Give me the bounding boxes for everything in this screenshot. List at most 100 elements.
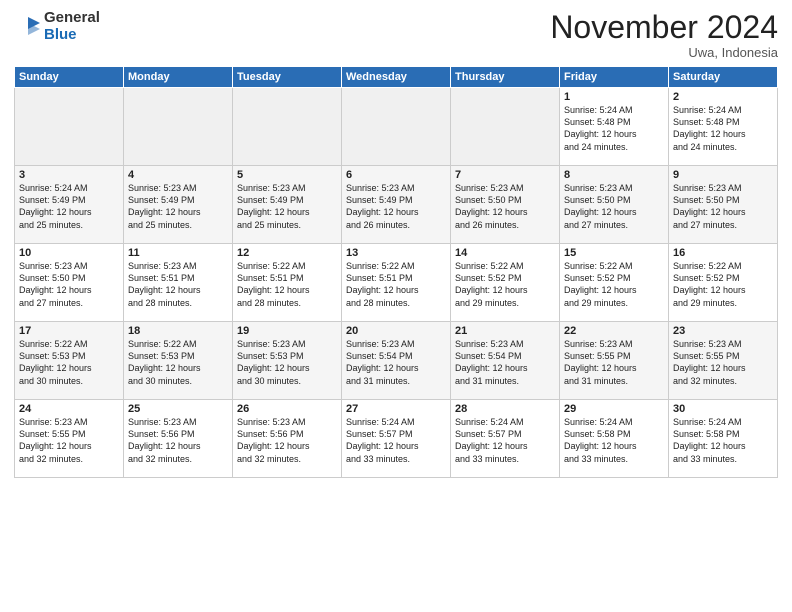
- calendar-header-wednesday: Wednesday: [342, 67, 451, 88]
- day-info: Sunrise: 5:23 AM Sunset: 5:55 PM Dayligh…: [673, 338, 773, 387]
- day-info: Sunrise: 5:24 AM Sunset: 5:57 PM Dayligh…: [346, 416, 446, 465]
- day-info: Sunrise: 5:23 AM Sunset: 5:49 PM Dayligh…: [237, 182, 337, 231]
- day-number: 14: [455, 247, 555, 259]
- day-number: 15: [564, 247, 664, 259]
- calendar-cell: 29Sunrise: 5:24 AM Sunset: 5:58 PM Dayli…: [560, 400, 669, 478]
- calendar-cell: 16Sunrise: 5:22 AM Sunset: 5:52 PM Dayli…: [669, 244, 778, 322]
- day-number: 22: [564, 325, 664, 337]
- day-info: Sunrise: 5:22 AM Sunset: 5:51 PM Dayligh…: [346, 260, 446, 309]
- calendar-header-friday: Friday: [560, 67, 669, 88]
- day-number: 18: [128, 325, 228, 337]
- day-info: Sunrise: 5:23 AM Sunset: 5:50 PM Dayligh…: [564, 182, 664, 231]
- day-number: 23: [673, 325, 773, 337]
- calendar-cell: 14Sunrise: 5:22 AM Sunset: 5:52 PM Dayli…: [451, 244, 560, 322]
- calendar-header-tuesday: Tuesday: [233, 67, 342, 88]
- calendar-cell: [124, 88, 233, 166]
- calendar-cell: 9Sunrise: 5:23 AM Sunset: 5:50 PM Daylig…: [669, 166, 778, 244]
- calendar-cell: 8Sunrise: 5:23 AM Sunset: 5:50 PM Daylig…: [560, 166, 669, 244]
- day-info: Sunrise: 5:24 AM Sunset: 5:48 PM Dayligh…: [564, 104, 664, 153]
- month-title: November 2024: [550, 10, 778, 45]
- calendar-cell: 18Sunrise: 5:22 AM Sunset: 5:53 PM Dayli…: [124, 322, 233, 400]
- day-number: 4: [128, 169, 228, 181]
- calendar-header-monday: Monday: [124, 67, 233, 88]
- calendar-cell: 7Sunrise: 5:23 AM Sunset: 5:50 PM Daylig…: [451, 166, 560, 244]
- calendar-cell: 6Sunrise: 5:23 AM Sunset: 5:49 PM Daylig…: [342, 166, 451, 244]
- calendar-cell: 23Sunrise: 5:23 AM Sunset: 5:55 PM Dayli…: [669, 322, 778, 400]
- logo-text: General Blue: [44, 10, 100, 43]
- day-info: Sunrise: 5:23 AM Sunset: 5:56 PM Dayligh…: [128, 416, 228, 465]
- day-info: Sunrise: 5:23 AM Sunset: 5:54 PM Dayligh…: [346, 338, 446, 387]
- logo-icon: [14, 13, 42, 41]
- calendar-cell: 19Sunrise: 5:23 AM Sunset: 5:53 PM Dayli…: [233, 322, 342, 400]
- day-info: Sunrise: 5:23 AM Sunset: 5:49 PM Dayligh…: [128, 182, 228, 231]
- day-number: 6: [346, 169, 446, 181]
- day-number: 11: [128, 247, 228, 259]
- day-info: Sunrise: 5:23 AM Sunset: 5:51 PM Dayligh…: [128, 260, 228, 309]
- title-block: November 2024 Uwa, Indonesia: [550, 10, 778, 60]
- calendar-table: SundayMondayTuesdayWednesdayThursdayFrid…: [14, 66, 778, 478]
- day-number: 24: [19, 403, 119, 415]
- day-info: Sunrise: 5:24 AM Sunset: 5:58 PM Dayligh…: [673, 416, 773, 465]
- day-info: Sunrise: 5:24 AM Sunset: 5:58 PM Dayligh…: [564, 416, 664, 465]
- day-info: Sunrise: 5:24 AM Sunset: 5:57 PM Dayligh…: [455, 416, 555, 465]
- day-info: Sunrise: 5:22 AM Sunset: 5:52 PM Dayligh…: [455, 260, 555, 309]
- calendar-cell: 3Sunrise: 5:24 AM Sunset: 5:49 PM Daylig…: [15, 166, 124, 244]
- day-info: Sunrise: 5:23 AM Sunset: 5:49 PM Dayligh…: [346, 182, 446, 231]
- day-number: 16: [673, 247, 773, 259]
- calendar-cell: 21Sunrise: 5:23 AM Sunset: 5:54 PM Dayli…: [451, 322, 560, 400]
- calendar-header-row: SundayMondayTuesdayWednesdayThursdayFrid…: [15, 67, 778, 88]
- calendar-header-thursday: Thursday: [451, 67, 560, 88]
- day-number: 2: [673, 91, 773, 103]
- calendar-header-saturday: Saturday: [669, 67, 778, 88]
- day-number: 17: [19, 325, 119, 337]
- calendar-cell: 2Sunrise: 5:24 AM Sunset: 5:48 PM Daylig…: [669, 88, 778, 166]
- day-number: 30: [673, 403, 773, 415]
- day-number: 5: [237, 169, 337, 181]
- day-number: 12: [237, 247, 337, 259]
- calendar-header-sunday: Sunday: [15, 67, 124, 88]
- day-number: 27: [346, 403, 446, 415]
- page: General Blue November 2024 Uwa, Indonesi…: [0, 0, 792, 612]
- logo-general-text: General: [44, 10, 100, 27]
- calendar-cell: [342, 88, 451, 166]
- calendar-cell: 22Sunrise: 5:23 AM Sunset: 5:55 PM Dayli…: [560, 322, 669, 400]
- calendar-cell: [233, 88, 342, 166]
- calendar-cell: 5Sunrise: 5:23 AM Sunset: 5:49 PM Daylig…: [233, 166, 342, 244]
- day-number: 28: [455, 403, 555, 415]
- day-number: 13: [346, 247, 446, 259]
- calendar-cell: 17Sunrise: 5:22 AM Sunset: 5:53 PM Dayli…: [15, 322, 124, 400]
- calendar-cell: 24Sunrise: 5:23 AM Sunset: 5:55 PM Dayli…: [15, 400, 124, 478]
- day-info: Sunrise: 5:23 AM Sunset: 5:56 PM Dayligh…: [237, 416, 337, 465]
- day-info: Sunrise: 5:23 AM Sunset: 5:53 PM Dayligh…: [237, 338, 337, 387]
- logo-blue-text: Blue: [44, 27, 100, 44]
- day-number: 21: [455, 325, 555, 337]
- calendar-week-row: 3Sunrise: 5:24 AM Sunset: 5:49 PM Daylig…: [15, 166, 778, 244]
- calendar-cell: 28Sunrise: 5:24 AM Sunset: 5:57 PM Dayli…: [451, 400, 560, 478]
- day-number: 10: [19, 247, 119, 259]
- day-info: Sunrise: 5:24 AM Sunset: 5:49 PM Dayligh…: [19, 182, 119, 231]
- calendar-cell: 12Sunrise: 5:22 AM Sunset: 5:51 PM Dayli…: [233, 244, 342, 322]
- calendar-cell: 1Sunrise: 5:24 AM Sunset: 5:48 PM Daylig…: [560, 88, 669, 166]
- day-number: 1: [564, 91, 664, 103]
- day-info: Sunrise: 5:22 AM Sunset: 5:52 PM Dayligh…: [673, 260, 773, 309]
- day-info: Sunrise: 5:23 AM Sunset: 5:55 PM Dayligh…: [564, 338, 664, 387]
- day-number: 29: [564, 403, 664, 415]
- calendar-cell: [15, 88, 124, 166]
- calendar-cell: 10Sunrise: 5:23 AM Sunset: 5:50 PM Dayli…: [15, 244, 124, 322]
- day-info: Sunrise: 5:22 AM Sunset: 5:51 PM Dayligh…: [237, 260, 337, 309]
- day-info: Sunrise: 5:22 AM Sunset: 5:53 PM Dayligh…: [19, 338, 119, 387]
- day-info: Sunrise: 5:23 AM Sunset: 5:55 PM Dayligh…: [19, 416, 119, 465]
- header: General Blue November 2024 Uwa, Indonesi…: [14, 10, 778, 60]
- calendar-cell: 20Sunrise: 5:23 AM Sunset: 5:54 PM Dayli…: [342, 322, 451, 400]
- calendar-cell: 27Sunrise: 5:24 AM Sunset: 5:57 PM Dayli…: [342, 400, 451, 478]
- calendar-cell: 26Sunrise: 5:23 AM Sunset: 5:56 PM Dayli…: [233, 400, 342, 478]
- day-info: Sunrise: 5:23 AM Sunset: 5:50 PM Dayligh…: [19, 260, 119, 309]
- calendar-cell: 15Sunrise: 5:22 AM Sunset: 5:52 PM Dayli…: [560, 244, 669, 322]
- calendar-week-row: 10Sunrise: 5:23 AM Sunset: 5:50 PM Dayli…: [15, 244, 778, 322]
- day-number: 8: [564, 169, 664, 181]
- day-number: 9: [673, 169, 773, 181]
- day-number: 3: [19, 169, 119, 181]
- day-info: Sunrise: 5:22 AM Sunset: 5:53 PM Dayligh…: [128, 338, 228, 387]
- day-info: Sunrise: 5:23 AM Sunset: 5:54 PM Dayligh…: [455, 338, 555, 387]
- day-number: 7: [455, 169, 555, 181]
